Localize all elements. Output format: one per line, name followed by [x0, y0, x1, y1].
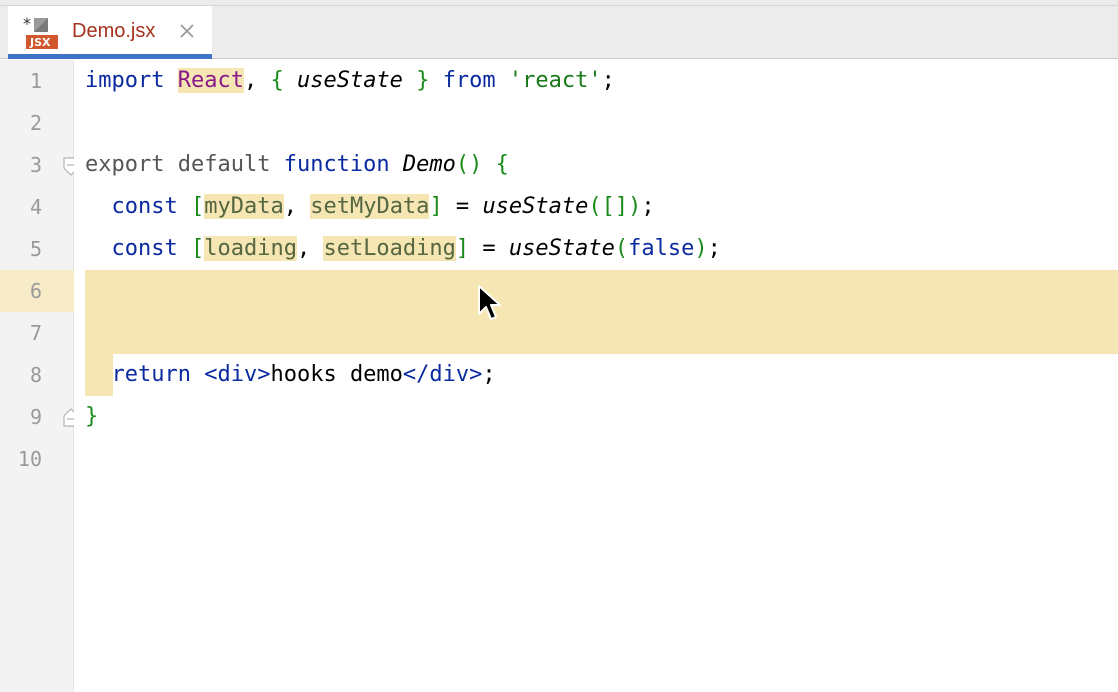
code-line-9: } — [85, 404, 99, 429]
line-number: 4 — [29, 195, 42, 219]
line-number: 3 — [29, 153, 42, 177]
close-icon[interactable] — [178, 22, 196, 40]
line-number: 9 — [29, 405, 42, 429]
selected-lines-highlight — [85, 270, 1118, 354]
code-line-1: import React, { useState } from 'react'; — [85, 68, 615, 93]
code-line-4: const [myData, setMyData] = useState([])… — [111, 194, 655, 219]
tab-demo-jsx[interactable]: * JSX Demo.jsx — [8, 6, 212, 59]
jsx-file-icon: * JSX — [23, 15, 58, 49]
mouse-pointer-icon — [478, 285, 501, 320]
code-line-3: export default function Demo() { — [85, 152, 509, 177]
line-number: 6 — [29, 279, 42, 303]
code-line-8: return <div>hooks demo</div>; — [111, 362, 496, 387]
tab-label: Demo.jsx — [72, 20, 156, 42]
line-number: 5 — [29, 237, 42, 261]
active-tab-indicator — [8, 54, 212, 59]
modified-marker: * — [23, 15, 31, 33]
code-line-5: const [loading, setLoading] = useState(f… — [111, 236, 721, 261]
line-number: 2 — [29, 111, 42, 135]
jsx-badge-text: JSX — [29, 36, 51, 49]
line-number-gutter[interactable]: 1 2 3 4 5 6 7 8 9 10 — [0, 60, 79, 692]
line-number: 7 — [29, 321, 42, 345]
editor-tab-bar: * JSX Demo.jsx — [0, 6, 1118, 59]
line-number: 8 — [29, 363, 42, 387]
line-number: 10 — [17, 447, 42, 471]
line-number: 1 — [29, 69, 42, 93]
code-editor[interactable]: import React, { useState } from 'react';… — [74, 60, 1118, 692]
